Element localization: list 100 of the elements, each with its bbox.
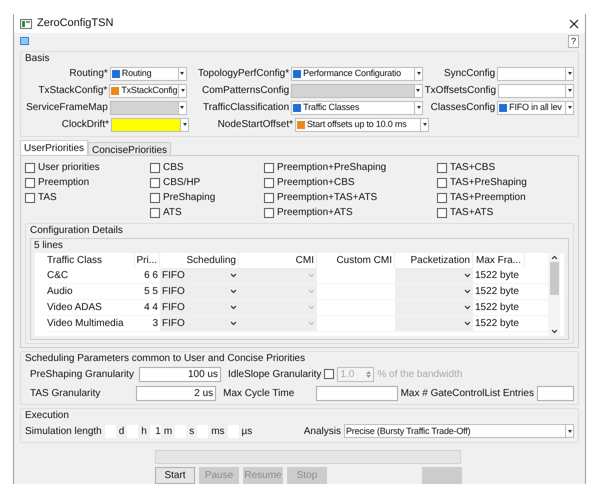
scheduling-dropdown[interactable]: FIFO <box>160 316 239 331</box>
caret-icon <box>230 273 237 278</box>
unit-label: ms <box>211 424 225 438</box>
unit-label: µs <box>242 424 252 438</box>
unit-label: d <box>118 424 124 438</box>
caret-icon <box>308 321 315 326</box>
combo-field[interactable]: Precise (Bursty Traffic Trade-Off) <box>344 424 566 438</box>
field-label: PreShaping Granularity <box>30 368 135 382</box>
duration-field[interactable]: 1 <box>150 424 161 438</box>
checkbox[interactable] <box>150 208 160 218</box>
combo-field[interactable] <box>498 84 566 98</box>
scheduling-dropdown[interactable]: FIFO <box>160 268 239 283</box>
checkbox[interactable] <box>25 178 35 188</box>
scroll-down-icon[interactable] <box>550 329 558 334</box>
checkbox[interactable] <box>264 162 274 172</box>
checkbox[interactable] <box>437 208 447 218</box>
help-button[interactable]: ? <box>568 34 579 48</box>
column-header[interactable]: Max Fra... <box>473 253 525 268</box>
checkbox[interactable] <box>437 178 447 188</box>
group-title: Execution <box>25 409 70 423</box>
field-label: Analysis <box>304 424 341 438</box>
option-label: User priorities <box>38 161 100 175</box>
checkbox[interactable] <box>25 192 35 202</box>
table-cell-text: 4 4 <box>143 301 159 315</box>
scroll-up-icon[interactable] <box>550 255 558 260</box>
checkbox[interactable] <box>264 208 274 218</box>
field-label: SyncConfig <box>443 67 496 81</box>
caret-icon <box>230 305 237 310</box>
combo-field[interactable]: TxStackConfig <box>109 84 180 98</box>
field-label: TxOffsetsConfig <box>424 84 496 98</box>
checkbox[interactable] <box>25 162 35 172</box>
checkbox[interactable] <box>264 192 274 202</box>
option-label: TAS <box>38 191 57 205</box>
combo-field[interactable] <box>497 66 566 80</box>
field-label: Simulation length <box>25 424 102 438</box>
field-label: ClassesConfig <box>430 101 496 115</box>
caret-icon <box>308 289 315 294</box>
action-button[interactable]: Start <box>155 467 195 484</box>
unit-label: m <box>164 424 172 438</box>
scheduling-dropdown[interactable]: FIFO <box>160 284 239 299</box>
close-icon[interactable] <box>569 18 579 28</box>
checkbox[interactable] <box>150 192 160 202</box>
unit-label: h <box>141 424 147 438</box>
text-field[interactable]: 2 us <box>136 386 216 400</box>
caret-icon <box>230 289 237 294</box>
option-label: CBS <box>163 161 184 175</box>
combo-field[interactable]: FIFO in all lev <box>497 100 566 114</box>
text-field[interactable] <box>536 386 574 400</box>
caret-icon <box>464 321 471 326</box>
tab[interactable]: ConcisePriorities <box>88 142 172 155</box>
text-field[interactable] <box>316 386 398 400</box>
combo-field[interactable] <box>111 118 181 132</box>
combo-field[interactable]: Start offsets up to 10.0 ms <box>295 118 421 132</box>
option-label: Preemption+PreShaping <box>277 161 386 175</box>
scheduling-dropdown[interactable]: FIFO <box>160 300 239 315</box>
table-cell-text: 1522 byte <box>474 317 520 331</box>
app-icon <box>20 18 32 28</box>
window-title: ZeroConfigTSN <box>37 16 114 32</box>
checkbox[interactable] <box>150 178 160 188</box>
unit-label: % of the bandwidth <box>377 368 462 382</box>
checkbox[interactable] <box>324 369 334 379</box>
caret-icon <box>230 321 237 326</box>
table-cell-text: 1522 byte <box>474 285 520 299</box>
unit-label: s <box>189 424 194 438</box>
group-title: Configuration Details <box>30 224 124 238</box>
option-label: TAS+CBS <box>450 161 496 175</box>
option-label: TAS+ATS <box>450 206 494 220</box>
field-label: Max Cycle Time <box>223 386 296 400</box>
field-label: NodeStartOffset* <box>216 118 293 132</box>
combo-field[interactable]: Performance Configuratio <box>291 66 416 80</box>
list-icon[interactable] <box>20 37 29 45</box>
checkbox[interactable] <box>437 162 447 172</box>
combo-field[interactable]: Routing <box>110 66 179 80</box>
spinner-arrows-icon[interactable] <box>366 370 372 378</box>
field-label: Max # GateControlList Entries <box>400 386 534 400</box>
column-header[interactable]: Pri... <box>135 253 160 268</box>
option-label: TAS+PreShaping <box>450 176 527 190</box>
option-label: Preemption+ATS <box>277 206 353 220</box>
caret-icon <box>464 273 471 278</box>
column-header[interactable]: Traffic Class <box>47 253 135 268</box>
field-label: TxStackConfig* <box>37 84 108 98</box>
group-title: Scheduling Parameters common to User and Concise Priorities <box>25 352 306 366</box>
option-label: Preemption+TAS+ATS <box>277 191 378 205</box>
caret-icon <box>464 289 471 294</box>
checkbox[interactable] <box>264 178 274 188</box>
text-field[interactable]: 100 us <box>139 366 221 382</box>
table-cell-text: 5 5 <box>143 285 159 299</box>
field-label: ComPatternsConfig <box>200 84 290 98</box>
tab[interactable]: UserPriorities <box>20 140 88 155</box>
option-label: ATS <box>163 206 182 220</box>
field-label: TAS Granularity <box>30 386 102 400</box>
checkbox[interactable] <box>150 162 160 172</box>
combo-field[interactable]: Traffic Classes <box>291 100 416 114</box>
table-cell-text: Video ADAS <box>47 301 103 315</box>
line-count: 5 lines <box>33 239 64 253</box>
scrollbar[interactable] <box>548 253 560 336</box>
field-label: ClockDrift* <box>60 118 109 132</box>
checkbox[interactable] <box>437 192 447 202</box>
field-label: IdleSlope Granularity <box>228 368 322 382</box>
group-title: Basis <box>25 52 50 66</box>
